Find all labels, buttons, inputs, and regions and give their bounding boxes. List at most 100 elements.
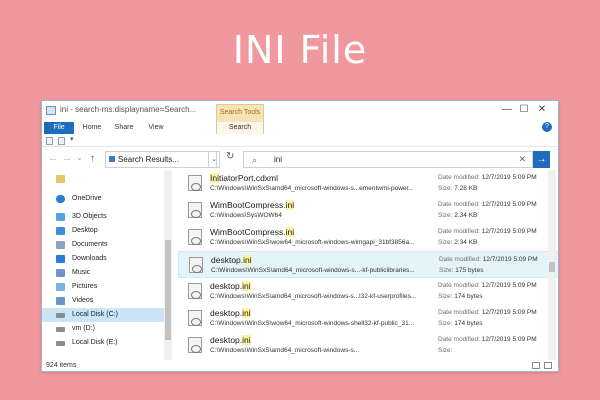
- pictures-icon: [56, 283, 65, 291]
- clear-search-button[interactable]: ✕: [518, 152, 526, 167]
- date-modified: Date modified: 12/7/2019 5:09 PM: [438, 282, 537, 289]
- file-path: C:\Windows\SysWOW64: [210, 212, 282, 219]
- scrollbar-thumb[interactable]: [165, 240, 171, 340]
- nav-item-3d-objects[interactable]: 3D Objects: [42, 210, 164, 224]
- list-item[interactable]: desktop.ini C:\Windows\WinSxS\amd64_micr…: [178, 332, 558, 359]
- documents-icon: [56, 241, 65, 249]
- date-modified: Date modified: 12/7/2019 5:09 PM: [438, 174, 537, 181]
- up-button[interactable]: ↑: [90, 153, 95, 164]
- drive-icon: [56, 341, 65, 346]
- file-size: Size: 174 bytes: [438, 293, 483, 300]
- file-size: Size: 174 bytes: [438, 320, 483, 327]
- file-name: WimBootCompress.ini: [210, 200, 295, 210]
- file-name: WimBootCompress.ini: [210, 227, 295, 237]
- music-icon: [56, 269, 65, 277]
- file-path: C:\Windows\WinSxS\amd64_microsoft-window…: [210, 347, 360, 354]
- file-icon: [188, 310, 202, 326]
- status-bar: 924 items: [42, 360, 558, 371]
- drive-icon: [56, 327, 65, 332]
- file-size: Size: 175 bytes: [439, 267, 484, 274]
- file-icon: [188, 175, 202, 191]
- address-path: Search Results...: [118, 155, 179, 164]
- properties-icon[interactable]: [46, 137, 53, 145]
- date-modified: Date modified: 12/7/2019 5:09 PM: [438, 336, 537, 343]
- list-item[interactable]: desktop.ini C:\Windows\WinSxS\wow64_micr…: [178, 305, 558, 332]
- explorer-window: ini - search-ms:displayname=Search... Se…: [41, 100, 559, 372]
- page-headline: INI File: [232, 28, 368, 72]
- nav-item-local-disk-c[interactable]: Local Disk (C:): [42, 308, 164, 322]
- file-name: InitiatorPort.cdxml: [210, 173, 279, 183]
- list-item[interactable]: WimBootCompress.ini C:\Windows\WinSxS\wo…: [178, 224, 558, 251]
- scrollbar-thumb[interactable]: [549, 262, 555, 272]
- date-modified: Date modified: 12/7/2019 5:09 PM: [438, 228, 537, 235]
- search-tools-context-tab: Search Tools: [216, 104, 264, 122]
- file-path: C:\Windows\WinSxS\amd64_microsoft-window…: [210, 185, 414, 192]
- list-item[interactable]: InitiatorPort.cdxml C:\Windows\WinSxS\am…: [178, 170, 558, 197]
- results-scrollbar[interactable]: [548, 170, 556, 360]
- search-query: ini: [274, 155, 283, 164]
- nav-item-desktop[interactable]: Desktop: [42, 224, 164, 238]
- nav-item-videos[interactable]: Videos: [42, 294, 164, 308]
- tab-share[interactable]: Share: [110, 122, 138, 134]
- file-path: C:\Windows\WinSxS\amd64_microsoft-window…: [210, 293, 417, 300]
- nav-item-onedrive[interactable]: OneDrive: [42, 192, 164, 206]
- tab-view[interactable]: View: [142, 122, 170, 134]
- cloud-icon: [56, 195, 65, 203]
- search-location-icon: [109, 156, 115, 162]
- navigation-pane-scrollbar[interactable]: [164, 170, 172, 360]
- address-bar-row: ← → ⌄ ↑ Search Results... ⌄ ↻ ⌕ ini ✕ →: [42, 148, 558, 170]
- search-go-button[interactable]: →: [533, 151, 550, 168]
- videos-icon: [56, 297, 65, 305]
- file-icon: [188, 229, 202, 245]
- folder-icon: [46, 106, 56, 115]
- search-results-list: InitiatorPort.cdxml C:\Windows\WinSxS\am…: [178, 170, 558, 360]
- file-name: desktop.ini: [210, 281, 251, 291]
- cube-icon: [56, 213, 65, 221]
- nav-item-downloads[interactable]: Downloads: [42, 252, 164, 266]
- navigation-pane: OneDrive 3D Objects Desktop Documents Do…: [42, 170, 172, 360]
- file-icon: [188, 283, 202, 299]
- refresh-button[interactable]: ↻: [226, 151, 238, 166]
- file-path: C:\Windows\WinSxS\wow64_microsoft-window…: [210, 320, 415, 327]
- search-input[interactable]: ⌕ ini ✕: [243, 151, 533, 168]
- nav-item-quick-folder[interactable]: [42, 172, 164, 186]
- file-size: Size: 2.34 KB: [438, 212, 478, 219]
- quick-access-toolbar: ▾: [42, 135, 558, 147]
- recent-locations-button[interactable]: ⌄: [76, 153, 83, 162]
- close-button[interactable]: ✕: [532, 104, 552, 115]
- forward-button[interactable]: →: [62, 153, 72, 164]
- file-name: desktop.ini: [210, 308, 251, 318]
- date-modified: Date modified: 12/7/2019 5:09 PM: [439, 256, 538, 263]
- customize-toolbar-icon[interactable]: ▾: [70, 135, 74, 143]
- nav-item-vm-d[interactable]: vm (D:): [42, 322, 164, 336]
- nav-item-music[interactable]: Music: [42, 266, 164, 280]
- tab-search[interactable]: Search: [216, 122, 264, 134]
- nav-item-pictures[interactable]: Pictures: [42, 280, 164, 294]
- search-icon: ⌕: [252, 155, 258, 165]
- tab-home[interactable]: Home: [78, 122, 106, 134]
- nav-item-documents[interactable]: Documents: [42, 238, 164, 252]
- ribbon-tabs: File Home Share View Search ?: [42, 122, 558, 134]
- file-path: C:\Windows\WinSxS\wow64_microsoft-window…: [210, 239, 415, 246]
- date-modified: Date modified: 12/7/2019 5:09 PM: [438, 309, 537, 316]
- file-icon: [188, 202, 202, 218]
- file-size: Size: 7.28 KB: [438, 185, 478, 192]
- address-dropdown[interactable]: ⌄: [208, 151, 220, 168]
- file-name: desktop.ini: [211, 255, 252, 265]
- list-item[interactable]: desktop.ini C:\Windows\WinSxS\amd64_micr…: [178, 278, 558, 305]
- details-view-icon[interactable]: [532, 362, 541, 369]
- item-count: 924 items: [46, 362, 77, 369]
- list-item[interactable]: WimBootCompress.ini C:\Windows\SysWOW64 …: [178, 197, 558, 224]
- title-bar: ini - search-ms:displayname=Search... Se…: [42, 101, 558, 122]
- help-icon[interactable]: ?: [542, 122, 552, 132]
- list-item-selected[interactable]: desktop.ini C:\Windows\WinSxS\amd64_micr…: [178, 251, 558, 278]
- address-box[interactable]: Search Results...: [105, 151, 217, 168]
- download-icon: [56, 255, 65, 263]
- new-folder-icon[interactable]: [58, 137, 65, 145]
- tab-file[interactable]: File: [44, 122, 74, 134]
- back-button[interactable]: ←: [48, 153, 58, 164]
- nav-item-local-disk-e[interactable]: Local Disk (E:): [42, 336, 164, 350]
- desktop-icon: [56, 227, 65, 235]
- maximize-button[interactable]: ☐: [514, 104, 534, 115]
- large-icons-view-icon[interactable]: [544, 362, 552, 369]
